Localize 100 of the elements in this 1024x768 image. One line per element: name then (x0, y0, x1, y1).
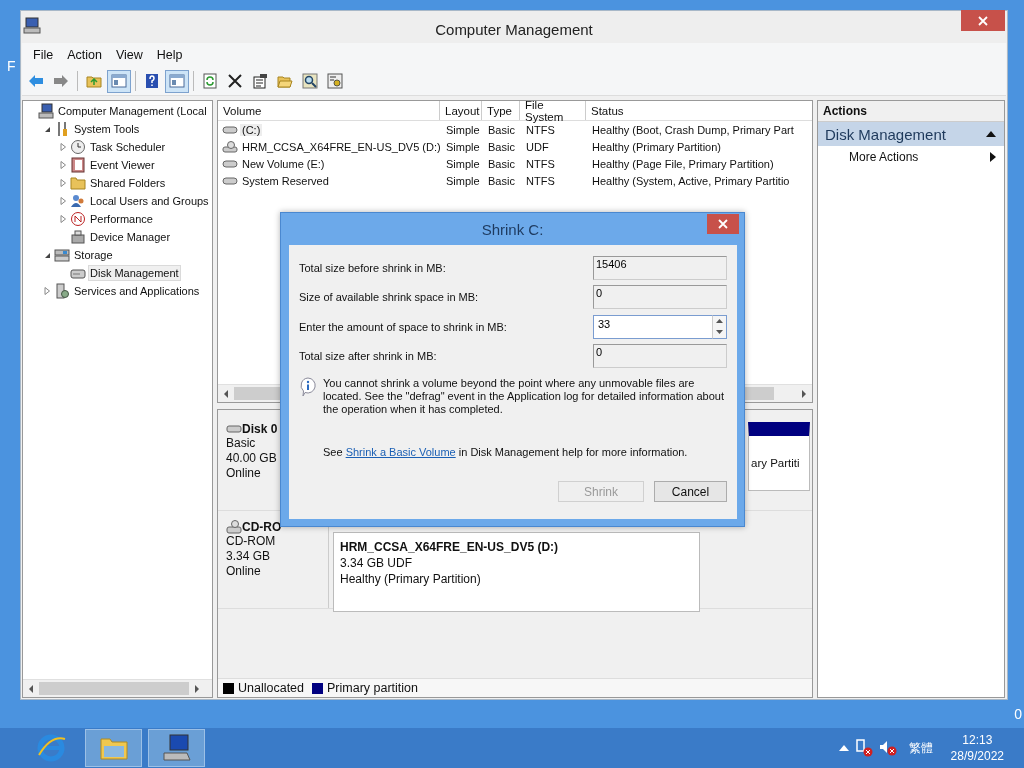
close-button[interactable] (961, 10, 1005, 31)
table-cell-text: Simple (445, 174, 481, 187)
menu-item[interactable]: File (26, 48, 61, 62)
close-button[interactable] (707, 214, 739, 234)
settings-icon (327, 73, 343, 89)
tree-item[interactable]: Shared Folders (88, 175, 168, 191)
menu-item[interactable]: Action (60, 48, 109, 62)
tree-item[interactable]: Event Viewer (88, 157, 157, 173)
scroll-right-icon[interactable] (193, 684, 201, 693)
drive-name[interactable]: HRM_CCSA_X64FRE_EN-US_DV5 (D:) (240, 140, 443, 153)
spin-up-icon[interactable] (716, 319, 723, 324)
disk-detail: Online (226, 466, 262, 481)
tree-item[interactable]: Storage (72, 247, 115, 263)
expand-arrow-icon[interactable] (42, 286, 52, 296)
partition-block[interactable]: HRM_CCSA_X64FRE_EN-US_DV5 (D:) 3.34 GB UDF Healthy (Primary Partition) (333, 532, 700, 612)
tree-item[interactable]: System Tools (72, 121, 142, 137)
cancel-button[interactable]: Cancel (654, 481, 727, 502)
partition-title: HRM_CCSA_X64FRE_EN-US_DV5 (D:) (340, 539, 560, 555)
computer-icon (38, 103, 54, 119)
tree-item[interactable]: Computer Management (Local (56, 103, 209, 119)
speaker-muted-icon[interactable] (878, 739, 897, 757)
field-label: Size of available shrink space in MB: (299, 291, 479, 304)
menu-item[interactable]: Help (149, 48, 190, 62)
clock-time[interactable]: 12:13 (962, 732, 993, 748)
table-cell-text: Basic (487, 140, 516, 153)
disk-detail: Basic (226, 436, 257, 451)
tree-item[interactable]: Services and Applications (72, 283, 202, 299)
table-cell-text: Healthy (Boot, Crash Dump, Primary Part (591, 123, 795, 136)
network-error-icon[interactable] (854, 739, 873, 757)
clock-date[interactable]: 28/9/2022 (950, 748, 1004, 764)
action-link[interactable]: More Actions (849, 150, 919, 164)
tree-item[interactable]: Task Scheduler (88, 139, 168, 155)
section-header[interactable]: Disk Management (818, 122, 1004, 146)
table-cell-text: NTFS (525, 123, 556, 136)
folder-icon (70, 175, 86, 191)
disk-detail: CD-ROM (226, 534, 277, 549)
close-icon (978, 15, 988, 26)
log-icon (70, 157, 86, 173)
drive-icon (222, 157, 238, 170)
search-icon (302, 73, 318, 89)
expand-arrow-icon[interactable] (58, 160, 68, 170)
drive-name[interactable]: System Reserved (240, 174, 331, 187)
taskbar-app-button[interactable] (148, 729, 205, 767)
tree-item[interactable]: Local Users and Groups (88, 193, 211, 209)
storage-icon (54, 247, 70, 263)
field-label: Total size before shrink in MB: (299, 261, 446, 274)
disk-detail: 40.00 GB (226, 451, 278, 466)
expand-arrow-icon[interactable] (58, 178, 68, 188)
menu-item[interactable]: View (108, 48, 150, 62)
readonly-field[interactable]: 15406 (593, 255, 727, 280)
forward-arrow-icon (53, 73, 69, 89)
disk-detail: Online (226, 564, 262, 579)
spin-down-icon[interactable] (716, 330, 723, 335)
spin-field[interactable]: 33 (593, 314, 712, 339)
properties-icon (252, 73, 268, 89)
readonly-field[interactable]: 0 (593, 285, 727, 310)
scroll-left-icon[interactable] (27, 684, 35, 693)
tree-item[interactable]: Disk Management (88, 265, 181, 281)
drive-name[interactable]: (C:) (240, 123, 263, 136)
partition-detail: 3.34 GB UDF (340, 555, 414, 571)
help-text: See Shrink a Basic Volume in Disk Management help for more information. (323, 446, 689, 458)
delete-icon (227, 73, 243, 89)
services-icon (54, 283, 70, 299)
legend-label: Unallocated (238, 681, 304, 695)
expand-arrow-icon[interactable] (58, 214, 68, 224)
scrollbar[interactable] (23, 679, 212, 697)
scroll-left-icon[interactable] (222, 389, 230, 398)
table-cell-text: Healthy (System, Active, Primary Partitio (591, 174, 791, 187)
clock-icon (70, 139, 86, 155)
table-cell-text: NTFS (525, 174, 556, 187)
spin-buttons[interactable] (712, 314, 727, 339)
drive-name[interactable]: New Volume (E:) (240, 157, 327, 170)
refresh-icon (202, 73, 218, 89)
column-header[interactable]: Layout (440, 101, 482, 120)
column-header[interactable]: Status (586, 101, 812, 120)
show-hidden-icons-icon[interactable] (838, 744, 849, 752)
submenu-arrow-icon (990, 152, 996, 162)
expand-arrow-icon[interactable] (58, 142, 68, 152)
readonly-field[interactable]: 0 (593, 344, 727, 369)
cd-drive-icon (226, 520, 242, 534)
language-indicator[interactable]: 繁體 (908, 739, 933, 757)
drive-icon (222, 123, 238, 136)
column-header[interactable]: Type (482, 101, 520, 120)
disk-name: CD-RO (242, 520, 282, 534)
device-icon (70, 229, 86, 245)
column-header[interactable]: Volume (218, 101, 440, 120)
table-cell-text: NTFS (525, 157, 556, 170)
section-title: Disk Management (825, 125, 946, 143)
table-cell-text: Basic (487, 174, 516, 187)
expand-arrow-icon[interactable] (58, 196, 68, 206)
help-link[interactable]: Shrink a Basic Volume (345, 446, 456, 458)
collapse-arrow-icon[interactable] (986, 130, 996, 138)
computer-icon (160, 733, 193, 763)
gauge-icon (70, 211, 86, 227)
scroll-right-icon[interactable] (800, 389, 808, 398)
tree-item[interactable]: Device Manager (88, 229, 173, 245)
tree-item[interactable]: Performance (88, 211, 155, 227)
partition-block[interactable]: ary Partiti (748, 422, 810, 491)
window-title: Computer Management (435, 19, 593, 38)
back-arrow-icon (28, 73, 44, 89)
